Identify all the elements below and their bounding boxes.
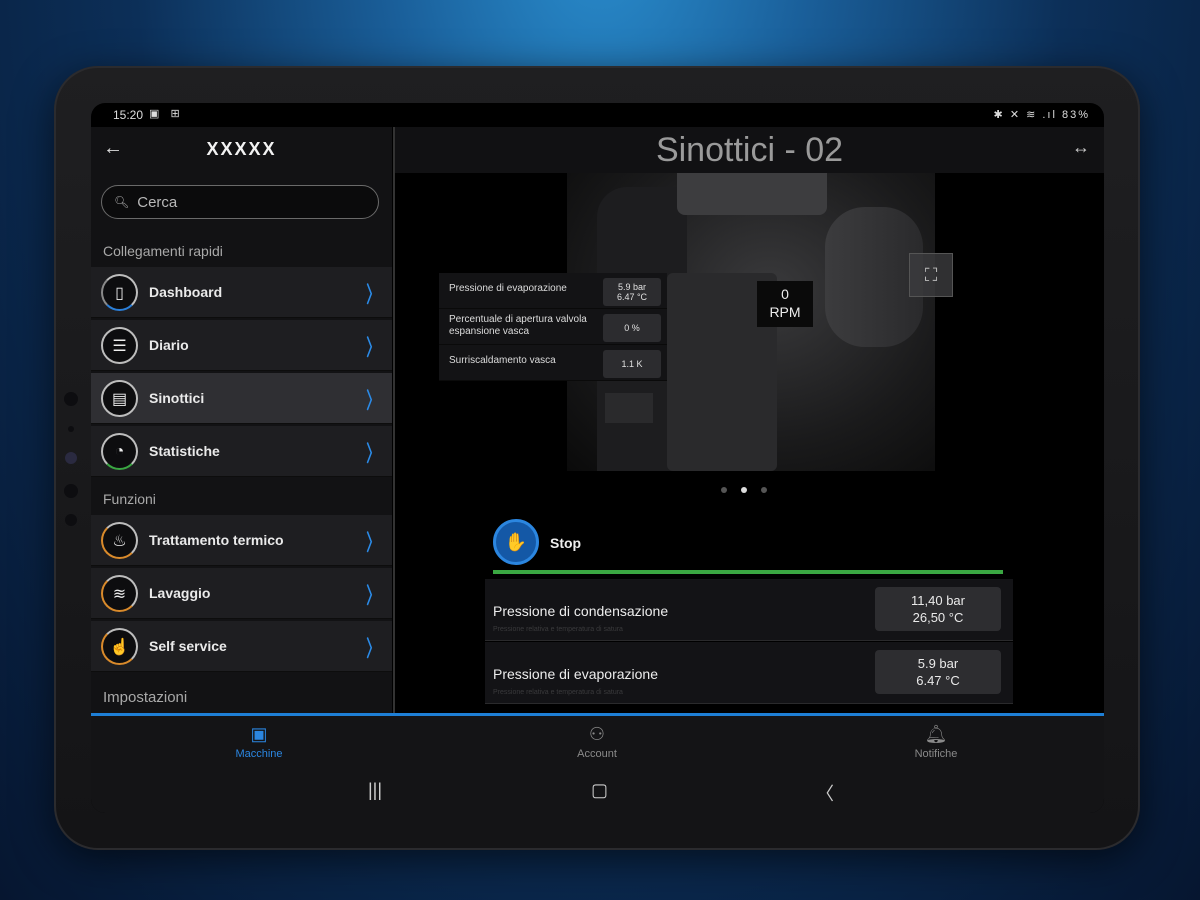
machine-top: [677, 173, 827, 215]
measure-value: 5.9 bar 6.47 °C: [875, 650, 1001, 694]
page-dot-active[interactable]: [741, 487, 747, 493]
param-label: Percentuale di apertura valvola espansio…: [449, 314, 587, 337]
journal-icon: ☰: [101, 327, 138, 364]
section-settings: Impostazioni: [103, 689, 188, 706]
page-title: Sinottici - 02: [655, 131, 844, 169]
sensor-icon: [64, 484, 78, 498]
param-value: 1.1 K: [603, 350, 661, 378]
machine-title: XXXXX: [206, 139, 277, 159]
home-icon[interactable]: ▢: [591, 780, 608, 801]
sidebar-item-lavaggio[interactable]: ≋ Lavaggio 〉: [91, 568, 392, 619]
tab-account[interactable]: ⚇ Account: [537, 724, 657, 760]
content-header: Sinottici - 02 ↔: [395, 127, 1104, 173]
sidebar-item-dashboard[interactable]: ▯ Dashboard 〉: [91, 267, 392, 318]
page-dot[interactable]: [761, 487, 767, 493]
sidebar-item-diario[interactable]: ☰ Diario 〉: [91, 320, 392, 371]
heat-treatment-icon: ♨: [101, 522, 138, 559]
measure-sublabel: Pressione relativa e temperatura di satu…: [493, 626, 623, 633]
carousel-pagination[interactable]: [721, 487, 767, 493]
machine-icon: ▣: [250, 724, 268, 744]
sidebar-item-self-service[interactable]: ☝ Self service 〉: [91, 621, 392, 672]
bell-icon: 🔔︎: [924, 724, 948, 744]
param-row: Pressione di evaporazione 5.9 bar 6.47 °C: [439, 273, 667, 309]
sidebar-item-label: Statistiche: [149, 443, 220, 459]
chevron-right-icon: 〉: [366, 583, 380, 608]
side-panel-header: ← XXXXX: [91, 127, 392, 175]
notification-icons: ▣ ⊞: [149, 108, 184, 120]
measure-row: Pressione di evaporazione Pressione rela…: [485, 642, 1013, 704]
status-bar-green: [493, 570, 1003, 574]
synoptic-icon: ▤: [101, 380, 138, 417]
measure-sublabel: Pressione relativa e temperatura di satu…: [493, 689, 623, 696]
sidebar-item-statistiche[interactable]: ◔ Statistiche 〉: [91, 426, 392, 477]
rpm-unit: RPM: [769, 304, 801, 320]
sensor-icon: [64, 392, 78, 406]
param-value: 0 %: [603, 314, 661, 342]
measure-value: 11,40 bar 26,50 °C: [875, 587, 1001, 631]
dashboard-icon: ▯: [101, 274, 138, 311]
measure-label: Pressione di evaporazione: [493, 666, 658, 682]
tab-label: Notifiche: [914, 748, 958, 760]
fullscreen-icon[interactable]: ⛶: [909, 253, 953, 297]
user-icon: ⚇: [588, 724, 606, 744]
chevron-right-icon: 〉: [366, 388, 380, 413]
tab-label: Macchine: [235, 748, 283, 760]
tab-macchine[interactable]: ▣ Macchine: [199, 724, 319, 760]
sensor-icon: [65, 514, 77, 526]
tab-label: Account: [577, 748, 617, 760]
sidebar-item-label: Trattamento termico: [149, 532, 284, 548]
synoptic-params: Pressione di evaporazione 5.9 bar 6.47 °C…: [439, 273, 667, 381]
side-panel: ← XXXXX 🔍︎ Collegamenti rapidi ▯ Dashboa…: [91, 127, 392, 715]
stop-status-icon: ✋: [493, 519, 539, 565]
sidebar-item-label: Dashboard: [149, 284, 223, 300]
system-nav-bar: ||| ▢ 〈: [91, 776, 1104, 813]
app-screen: 15:20 ▣ ⊞ ✱ ✕ ≋ .ıl 83% ← XXXXX 🔍︎ Colle…: [91, 103, 1104, 813]
chevron-right-icon: 〉: [366, 335, 380, 360]
chevron-right-icon: 〉: [366, 636, 380, 661]
expand-icon[interactable]: ↔: [1072, 137, 1090, 158]
machine-status-label: Stop: [550, 535, 582, 551]
back-icon[interactable]: 〈: [816, 780, 834, 806]
sidebar-item-label: Sinottici: [149, 390, 205, 406]
sidebar-item-sinottici[interactable]: ▤ Sinottici 〉: [91, 373, 392, 424]
rpm-readout: 0 RPM: [757, 281, 813, 327]
chevron-right-icon: 〉: [366, 530, 380, 555]
system-status: ✱ ✕ ≋ .ıl 83%: [993, 109, 1090, 121]
recent-apps-icon[interactable]: |||: [368, 780, 382, 801]
sidebar-item-label: Self service: [149, 638, 227, 654]
self-service-icon: ☝: [101, 628, 138, 665]
sensor-dot-icon: [68, 426, 74, 432]
param-row: Percentuale di apertura valvola espansio…: [439, 309, 667, 345]
sidebar-item-label: Lavaggio: [149, 585, 211, 601]
rpm-value: 0: [781, 286, 789, 302]
camera-icon: [65, 452, 77, 464]
section-functions: Funzioni: [103, 491, 156, 507]
search-input[interactable]: [137, 193, 358, 211]
param-indicator: [605, 393, 653, 423]
bottom-nav: ▣ Macchine ⚇ Account 🔔︎ Notifiche: [91, 716, 1104, 776]
param-label: Pressione di evaporazione: [449, 283, 567, 294]
chevron-right-icon: 〉: [366, 441, 380, 466]
sidebar-item-label: Diario: [149, 337, 189, 353]
page-dot[interactable]: [721, 487, 727, 493]
section-quick-links: Collegamenti rapidi: [103, 243, 223, 259]
search-field[interactable]: 🔍︎: [101, 185, 379, 219]
param-label: Surriscaldamento vasca: [449, 355, 556, 366]
tab-notifiche[interactable]: 🔔︎ Notifiche: [876, 724, 996, 760]
panel-divider: [393, 127, 395, 715]
sidebar-item-trattamento-termico[interactable]: ♨ Trattamento termico 〉: [91, 515, 392, 566]
param-row: Surriscaldamento vasca 1.1 K: [439, 345, 667, 381]
chevron-right-icon: 〉: [366, 282, 380, 307]
param-value: 5.9 bar 6.47 °C: [603, 278, 661, 306]
wash-icon: ≋: [101, 575, 138, 612]
status-bar: 15:20 ▣ ⊞ ✱ ✕ ≋ .ıl 83%: [91, 103, 1104, 127]
statistics-icon: ◔: [101, 433, 138, 470]
search-icon: 🔍︎: [114, 195, 130, 209]
measure-label: Pressione di condensazione: [493, 603, 669, 619]
measure-row: Pressione di condensazione Pressione rel…: [485, 579, 1013, 641]
clock: 15:20: [113, 108, 144, 122]
